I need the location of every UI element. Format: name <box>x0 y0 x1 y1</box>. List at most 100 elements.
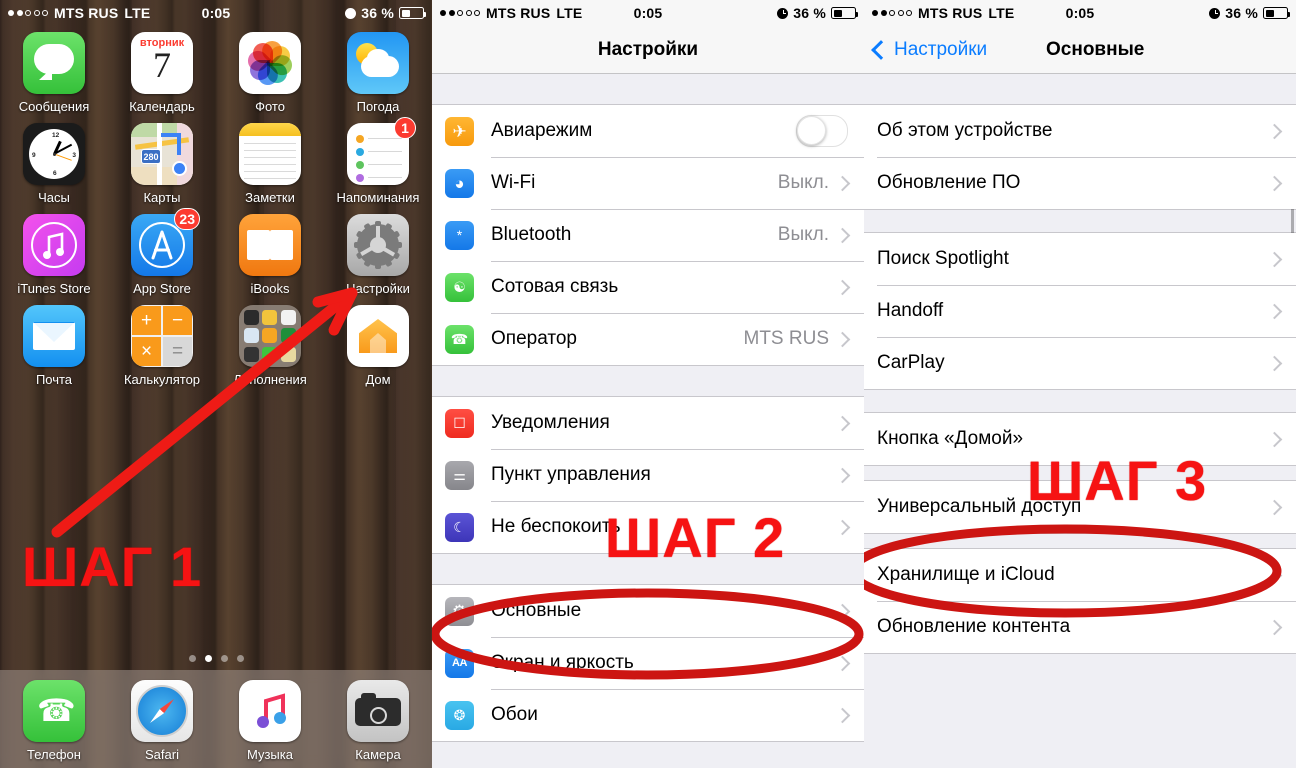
app-label: Камера <box>355 747 401 762</box>
app-label: Настройки <box>346 281 410 296</box>
app-calendar[interactable]: вторник 7 Календарь <box>112 32 212 114</box>
general-row-carplay[interactable]: CarPlay <box>864 337 1296 389</box>
row-title: Оператор <box>491 328 577 349</box>
chevron-right-icon <box>1266 175 1283 191</box>
settings-row-carrier[interactable]: ☎ Оператор MTS RUS <box>432 313 864 365</box>
settings-row-bluetooth[interactable]: * Bluetooth Выкл. <box>432 209 864 261</box>
general-row-background-refresh[interactable]: Обновление контента <box>864 601 1296 653</box>
general-row-about[interactable]: Об этом устройстве <box>864 105 1296 157</box>
signal-strength-icon <box>872 10 912 16</box>
messages-icon <box>23 32 85 94</box>
app-settings[interactable]: Настройки <box>328 214 428 296</box>
page-dot[interactable] <box>220 655 228 662</box>
settings-row-airplane-mode[interactable]: ✈ Авиарежим <box>432 105 864 157</box>
row-value: Выкл. <box>777 172 829 193</box>
row-title: Хранилище и iCloud <box>877 564 1055 585</box>
bluetooth-icon: * <box>445 220 474 250</box>
app-reminders[interactable]: 1 Напоминания <box>328 117 428 205</box>
maps-route-shield: 280 <box>141 149 161 164</box>
airplane-mode-toggle[interactable] <box>796 115 848 147</box>
row-title: Обои <box>491 704 538 725</box>
app-label: Телефон <box>27 747 81 762</box>
app-messages[interactable]: Сообщения <box>4 32 104 114</box>
app-label: Почта <box>35 372 73 387</box>
settings-row-cellular[interactable]: ☯ Сотовая связь <box>432 261 864 313</box>
settings-row-notifications[interactable]: ☐ Уведомления <box>432 397 864 449</box>
app-label: Музыка <box>247 747 293 762</box>
app-folder-extras[interactable]: Дополнения <box>220 305 320 387</box>
general-row-storage-icloud[interactable]: Хранилище и iCloud <box>864 549 1296 601</box>
settings-list[interactable]: ✈ Авиарежим ◕ Wi-Fi Выкл. * Bluetooth Вы… <box>432 74 864 768</box>
settings-row-general[interactable]: ⚙ Основные <box>432 585 864 637</box>
row-value: MTS RUS <box>743 328 830 349</box>
chevron-right-icon <box>834 707 851 723</box>
page-dot-active[interactable] <box>204 655 212 662</box>
general-row-spotlight-search[interactable]: Поиск Spotlight <box>864 233 1296 285</box>
back-button[interactable]: Настройки <box>864 39 987 61</box>
general-row-accessibility[interactable]: Универсальный доступ <box>864 481 1296 533</box>
chevron-right-icon <box>834 175 851 191</box>
settings-row-display-brightness[interactable]: AA Экран и яркость <box>432 637 864 689</box>
chevron-right-icon <box>834 603 851 619</box>
wifi-icon: ◕ <box>445 168 474 198</box>
do-not-disturb-icon: ☾ <box>445 512 474 542</box>
settings-row-wallpaper[interactable]: ❂ Обои <box>432 689 864 741</box>
settings-row-wifi[interactable]: ◕ Wi-Fi Выкл. <box>432 157 864 209</box>
page-dot[interactable] <box>188 655 196 662</box>
chevron-right-icon <box>834 519 851 535</box>
home-app-icon <box>347 305 409 367</box>
page-title: Основные <box>1046 38 1145 60</box>
clock-icon: 12 3 6 9 <box>23 123 85 185</box>
app-itunes-store[interactable]: iTunes Store <box>4 214 104 296</box>
battery-percent-label: 36 % <box>793 5 826 21</box>
battery-percent-label: 36 % <box>361 5 394 21</box>
row-title: Bluetooth <box>491 224 572 245</box>
cellular-icon: ☯ <box>445 272 474 302</box>
general-list[interactable]: Об этом устройстве Обновление ПО Поиск S… <box>864 74 1296 768</box>
dock-app-camera[interactable]: Камера <box>328 680 428 762</box>
app-photos[interactable]: Фото <box>220 32 320 114</box>
row-title: Об этом устройстве <box>877 120 1053 141</box>
app-label: Карты <box>143 190 181 205</box>
chevron-right-icon <box>1266 567 1283 583</box>
settings-row-control-center[interactable]: ⚌ Пункт управления <box>432 449 864 501</box>
row-title: Сотовая связь <box>491 276 619 297</box>
alarm-icon <box>1209 7 1221 19</box>
row-title: Обновление контента <box>877 616 1071 637</box>
row-title: Основные <box>491 600 582 621</box>
app-mail[interactable]: Почта <box>4 305 104 387</box>
app-clock[interactable]: 12 3 6 9 Часы <box>4 123 104 205</box>
general-row-software-update[interactable]: Обновление ПО <box>864 157 1296 209</box>
settings-row-do-not-disturb[interactable]: ☾ Не беспокоить <box>432 501 864 553</box>
app-maps[interactable]: 280 Карты <box>112 123 212 205</box>
app-row: Почта + − × = Калькулятор Дополнения Дом <box>0 305 432 387</box>
battery-icon <box>1263 7 1290 19</box>
calendar-day-number: 7 <box>153 45 171 85</box>
app-ibooks[interactable]: iBooks <box>220 214 320 296</box>
row-title: Поиск Spotlight <box>877 248 1009 269</box>
status-bar-home: MTS RUS LTE 0:05 36 % <box>0 0 432 26</box>
app-app-store[interactable]: 23 App Store <box>112 208 212 296</box>
row-title: Кнопка «Домой» <box>877 428 1024 449</box>
dock-app-music[interactable]: Музыка <box>220 680 320 762</box>
dock-app-phone[interactable]: ☎ Телефон <box>4 680 104 762</box>
signal-strength-icon <box>440 10 480 16</box>
general-row-handoff[interactable]: Handoff <box>864 285 1296 337</box>
app-home[interactable]: Дом <box>328 305 428 387</box>
app-row: 12 3 6 9 Часы 280 Карты Заметки 1 Напоми… <box>0 117 432 205</box>
chevron-right-icon <box>834 415 851 431</box>
section-gap <box>432 366 864 396</box>
app-weather[interactable]: Погода <box>328 32 428 114</box>
row-title: Экран и яркость <box>491 652 634 673</box>
app-calculator[interactable]: + − × = Калькулятор <box>112 305 212 387</box>
row-title: Wi-Fi <box>491 172 536 193</box>
dock-app-safari[interactable]: Safari <box>112 680 212 762</box>
general-group-storage: Хранилище и iCloud Обновление контента <box>864 548 1296 654</box>
general-row-home-button[interactable]: Кнопка «Домой» <box>864 413 1296 465</box>
section-gap <box>432 554 864 584</box>
chevron-right-icon <box>1266 303 1283 319</box>
photos-icon <box>239 32 301 94</box>
app-label: App Store <box>133 281 191 296</box>
app-notes[interactable]: Заметки <box>220 123 320 205</box>
page-dot[interactable] <box>236 655 244 662</box>
